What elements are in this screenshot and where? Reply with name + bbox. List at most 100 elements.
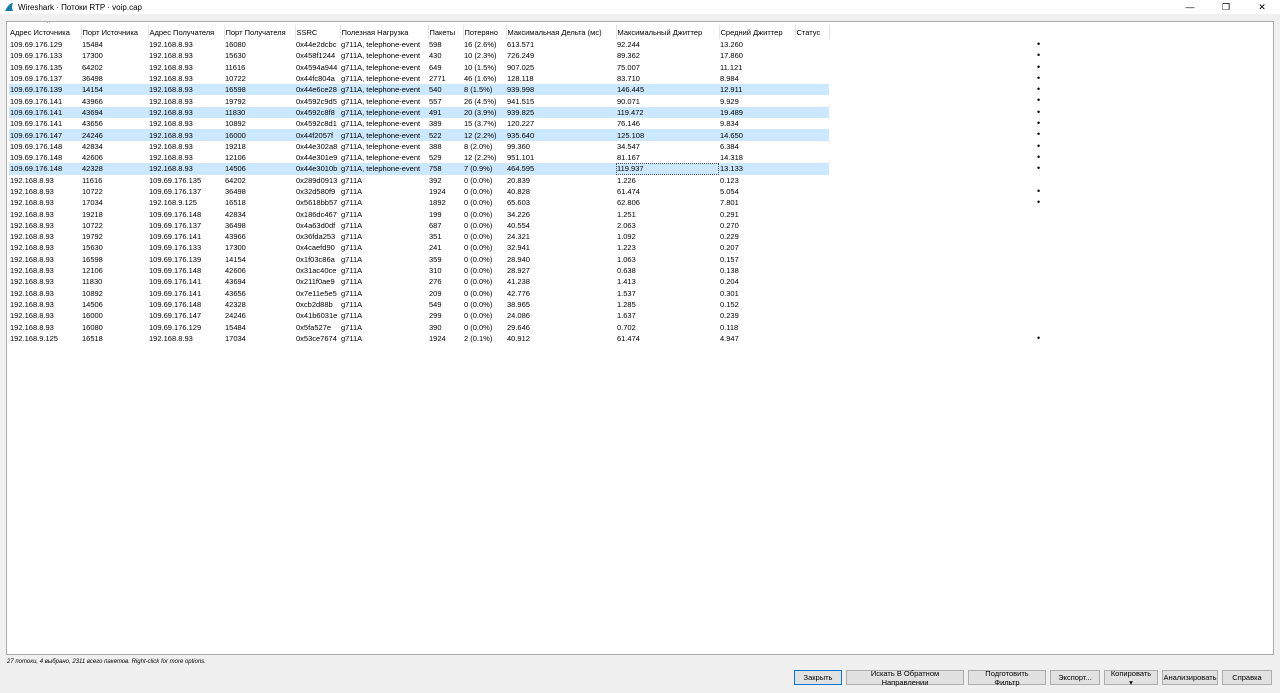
table-row[interactable]: 192.168.8.93 11830 109.69.176.141 43694 0x21… — [9, 276, 829, 287]
table-cell: 0 (0.0%) — [464, 311, 493, 321]
table-cell: 389 — [429, 119, 442, 129]
table-cell: 16000 — [224, 129, 295, 141]
table-cell: 109.69.176.133 — [149, 243, 202, 253]
table-row[interactable]: 192.168.8.93 19218 109.69.176.148 42834 0x18… — [9, 208, 829, 219]
analyze-button[interactable]: Анализировать — [1162, 670, 1218, 685]
table-row[interactable]: 192.168.8.93 15630 109.69.176.133 17300 0x4c… — [9, 242, 829, 253]
find-reverse-button[interactable]: Искать В Обратном Направлении — [846, 669, 964, 687]
table-row[interactable]: 192.168.8.93 16080 109.69.176.129 15484 0x5f… — [9, 321, 829, 332]
table-cell: 1.251 — [617, 209, 636, 219]
table-cell — [795, 152, 829, 163]
table-row[interactable]: 109.69.176.133 17300 192.168.8.93 15630 0x45… — [9, 50, 829, 61]
table-cell: 4.947 — [720, 333, 739, 343]
table-row[interactable]: 192.168.8.93 10722 109.69.176.137 36498 0x32… — [9, 186, 829, 197]
table-row[interactable]: 109.69.176.148 42834 192.168.8.93 19218 0x44… — [9, 141, 829, 152]
table-cell — [795, 310, 829, 321]
table-cell: 0x4caefd90 — [296, 243, 335, 253]
table-cell: 0 (0.0%) — [464, 198, 493, 208]
table-cell: g711A — [341, 277, 363, 287]
table-row[interactable]: 109.69.176.129 15484 192.168.8.93 16080 0x44… — [9, 39, 829, 50]
table-row[interactable]: 109.69.176.148 42328 192.168.8.93 14506 0x44… — [9, 163, 829, 175]
table-cell: 726.249 — [507, 51, 535, 61]
table-cell: 40.828 — [507, 187, 530, 196]
table-row[interactable]: 192.168.8.93 10722 109.69.176.137 36498 0x4a… — [9, 220, 829, 231]
minimize-button[interactable]: — — [1172, 0, 1208, 14]
table-cell: 16598 — [82, 254, 103, 264]
table-cell: 0 (0.0%) — [464, 288, 493, 298]
table-row[interactable]: 192.168.8.93 12106 109.69.176.148 42606 0x31… — [9, 265, 829, 276]
column-header[interactable]: Максимальная Дельта (мс) — [506, 25, 617, 39]
header-row: Адрес Источника Порт Источника Адрес Получ… — [9, 25, 830, 39]
close-window-button[interactable]: ✕ — [1244, 0, 1280, 14]
table-cell: 0.118 — [720, 322, 739, 332]
table-row[interactable]: 192.168.8.93 10892 109.69.176.141 43656 0x7e… — [9, 288, 829, 299]
table-row[interactable]: 109.69.176.137 36498 192.168.8.93 10722 0x44… — [9, 73, 829, 84]
table-cell: 0.291 — [720, 209, 739, 219]
column-header[interactable]: SSRC — [295, 25, 341, 39]
column-header[interactable]: Полезная Нагрузка — [340, 25, 429, 39]
help-button[interactable]: Справка — [1222, 670, 1272, 685]
table-row[interactable]: 192.168.8.93 17034 192.168.9.125 16518 0x561… — [9, 197, 829, 208]
column-header[interactable]: Статус — [795, 25, 830, 39]
table-cell: 192.168.8.93 — [149, 40, 193, 50]
table-row[interactable]: 192.168.8.93 19792 109.69.176.141 43966 0x36… — [9, 231, 829, 242]
column-header[interactable]: Порт Источника — [81, 25, 149, 39]
table-cell: 2.063 — [617, 220, 636, 230]
table-row[interactable]: 192.168.8.93 16000 109.69.176.147 24246 0x41… — [9, 310, 829, 321]
table-row[interactable]: 109.69.176.141 43694 192.168.8.93 11830 0x45… — [9, 106, 829, 119]
table-row[interactable]: 192.168.8.93 14506 109.69.176.148 42328 0xcb… — [9, 299, 829, 310]
table-row[interactable]: 109.69.176.141 43966 192.168.8.93 19792 0x45… — [9, 95, 829, 106]
table-cell: 1.637 — [617, 311, 636, 321]
table-row[interactable]: 109.69.176.141 43656 192.168.8.93 10892 0x45… — [9, 118, 829, 129]
status-indicator — [1037, 175, 1040, 186]
table-cell: 0.239 — [720, 311, 739, 321]
table-row[interactable]: 192.168.8.93 11616 109.69.176.135 64202 0x28… — [9, 175, 829, 186]
column-header[interactable]: Порт Получателя — [224, 25, 296, 39]
table-cell: 109.69.176.139 — [9, 84, 81, 96]
table-cell: 192.168.8.93 — [148, 129, 224, 141]
table-cell: 19218 — [225, 141, 246, 151]
table-cell: 119.472 — [616, 106, 719, 119]
table-cell: 0x4592c8f8 — [295, 106, 340, 119]
table-cell: 43656 — [225, 288, 246, 298]
column-header[interactable]: Максимальный Джиттер — [616, 25, 720, 39]
table-cell: 34.226 — [507, 209, 530, 219]
table-row[interactable]: 192.168.8.93 16598 109.69.176.139 14154 0x1f… — [9, 254, 829, 265]
table-cell: 40.554 — [507, 220, 530, 230]
table-cell — [795, 106, 829, 119]
rtp-streams-table[interactable]: ^ Адрес Источника Порт Источника Адрес Пол… — [6, 21, 1274, 655]
table-cell: 7 (0.9%) — [463, 163, 506, 175]
table-cell: 12.911 — [719, 84, 795, 96]
table-cell: 19792 — [225, 96, 246, 106]
column-header[interactable]: Потеряно — [463, 25, 507, 39]
prepare-filter-button[interactable]: Подготовить Фильтр — [968, 669, 1046, 687]
table-cell: 43694 — [81, 106, 148, 119]
table-row[interactable]: 109.69.176.147 24246 192.168.8.93 16000 0x44… — [9, 129, 829, 141]
status-indicator — [1037, 288, 1040, 299]
column-header[interactable]: Пакеты — [428, 25, 464, 39]
table-cell: 64202 — [225, 175, 246, 185]
column-header[interactable]: Средний Джиттер — [719, 25, 796, 39]
table-cell: 192.168.8.93 — [10, 209, 54, 219]
close-button[interactable]: Закрыть — [794, 670, 842, 685]
table-cell: 14154 — [225, 254, 246, 264]
table-cell: 0 (0.0%) — [464, 232, 493, 242]
table-row[interactable]: 109.69.176.135 64202 192.168.8.93 11616 0x45… — [9, 62, 829, 73]
table-cell: 0x186dc467 — [296, 209, 337, 219]
copy-button[interactable]: Копировать ▾ — [1104, 669, 1158, 687]
table-row[interactable]: 192.168.9.125 16518 192.168.8.93 17034 0x53c… — [9, 333, 829, 344]
table-cell: 6.384 — [720, 141, 739, 151]
table-row[interactable]: 109.69.176.148 42606 192.168.8.93 12106 0x44… — [9, 152, 829, 163]
export-button[interactable]: Экспорт... — [1050, 670, 1100, 685]
table-cell: 109.69.176.137 — [149, 220, 202, 230]
table-cell: g711A, telephone-event — [341, 51, 421, 61]
column-header[interactable]: Адрес Получателя — [148, 25, 225, 39]
maximize-button[interactable]: ❐ — [1208, 0, 1244, 14]
table-cell: 276 — [429, 277, 442, 287]
table-cell: 359 — [429, 254, 442, 264]
status-indicator — [1037, 208, 1040, 219]
column-header[interactable]: Адрес Источника — [9, 25, 82, 39]
table-cell: 32.941 — [507, 243, 530, 253]
table-cell: 0 (0.0%) — [464, 187, 493, 196]
table-row[interactable]: 109.69.176.139 14154 192.168.8.93 16598 0x44… — [9, 84, 829, 96]
